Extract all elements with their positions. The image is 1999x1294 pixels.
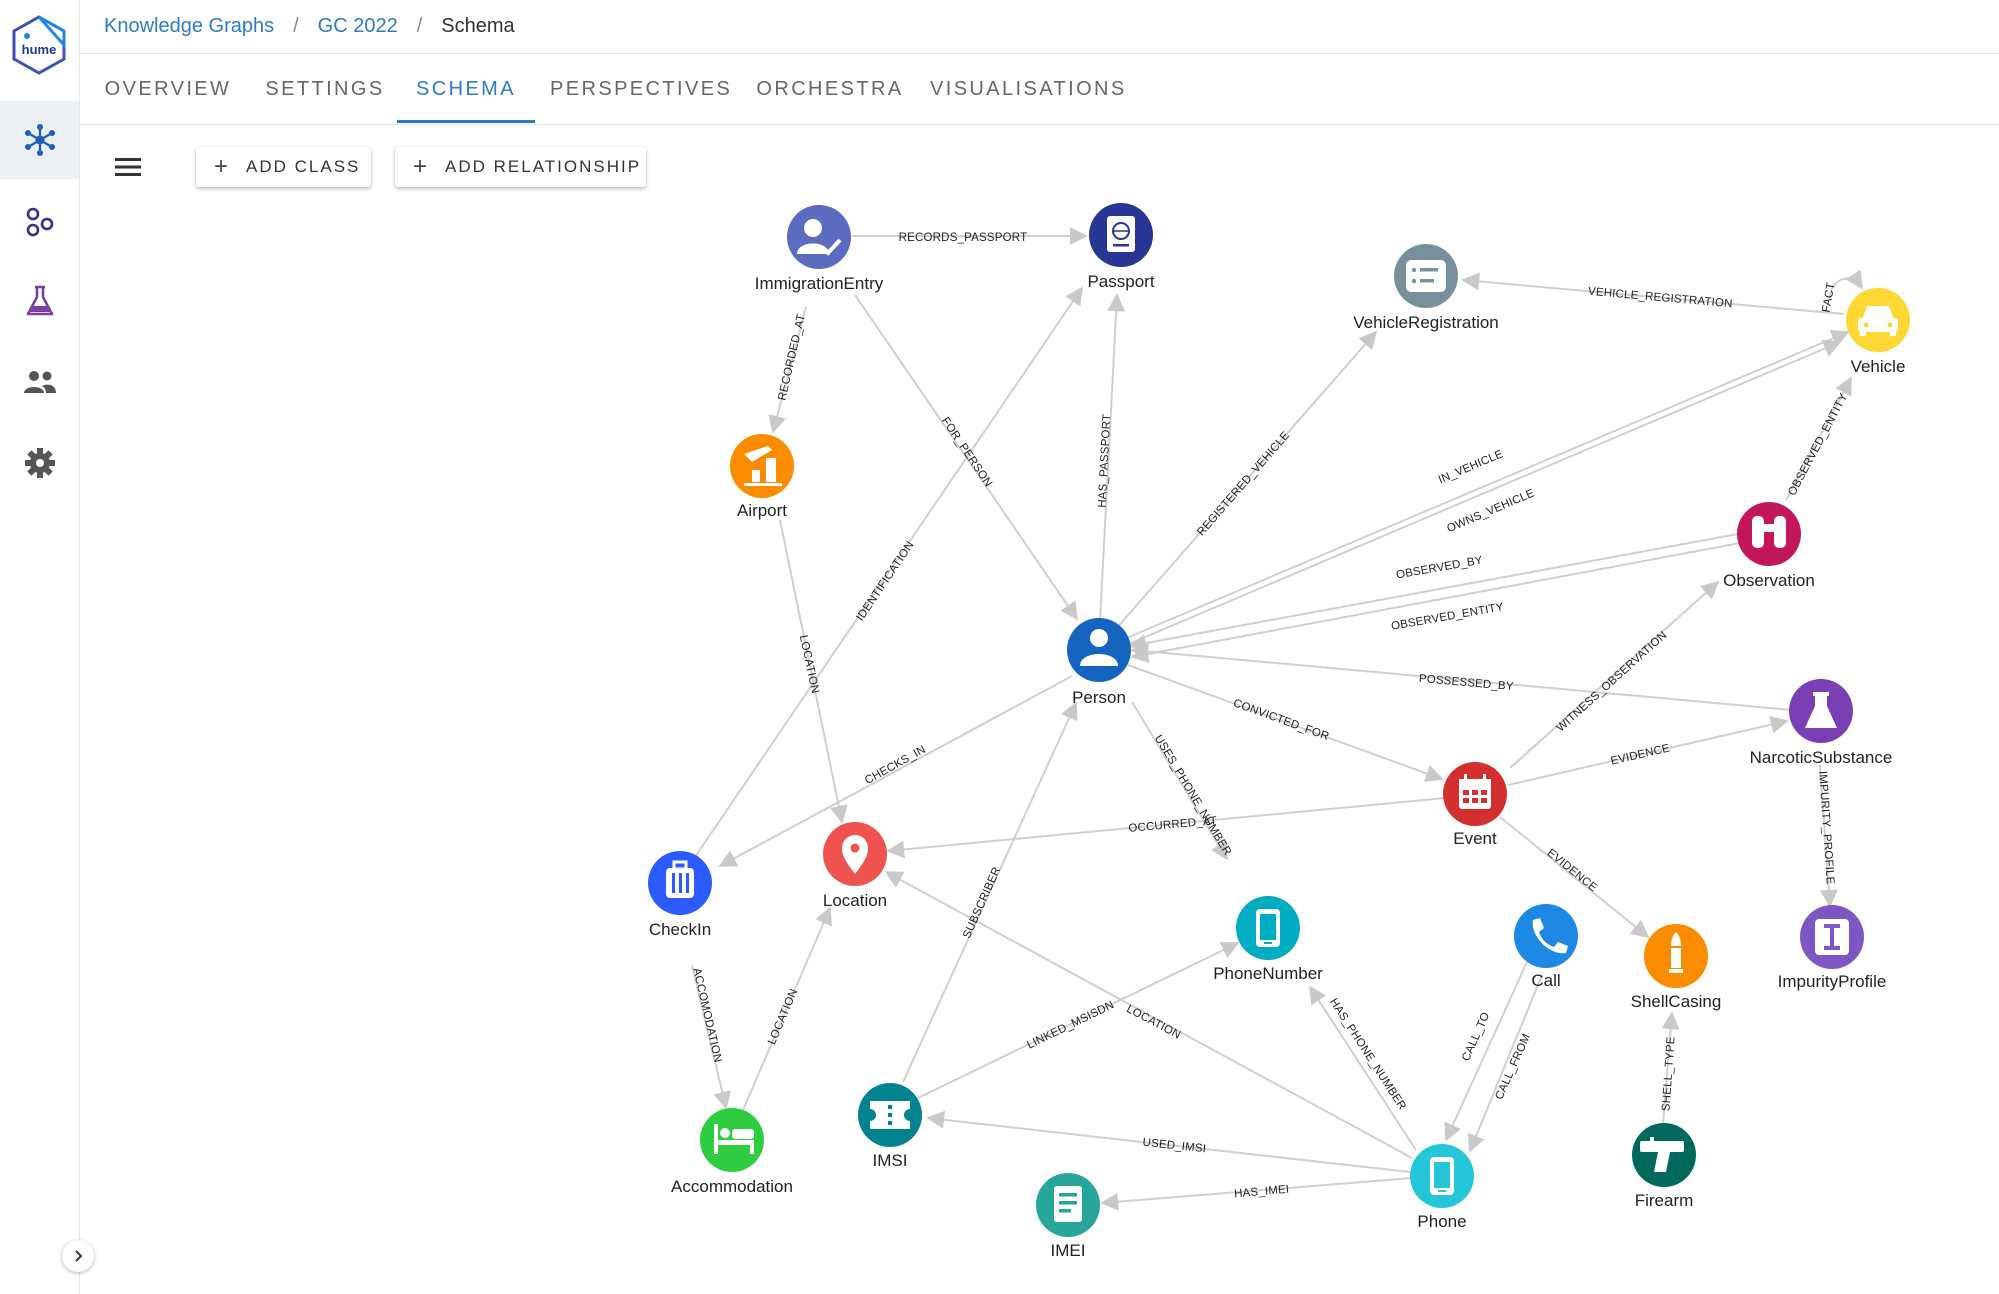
node-observation[interactable]: Observation [1723, 502, 1815, 590]
edge-has-phone-number[interactable] [1309, 985, 1417, 1151]
passport-icon [1107, 216, 1135, 252]
node-label: VehicleRegistration [1353, 313, 1499, 332]
node-label: ImmigrationEntry [755, 274, 884, 293]
node-call[interactable]: Call [1514, 904, 1578, 990]
edge-label: IN_VEHICLE [1437, 448, 1505, 486]
node-impurity-profile[interactable]: ImpurityProfile [1778, 905, 1887, 991]
immigration-entry-circle [787, 205, 851, 269]
node-phone-number[interactable]: PhoneNumber [1213, 896, 1323, 983]
airport-circle [730, 434, 794, 498]
edge-label: EVIDENCE [1610, 742, 1672, 767]
node-label: Firearm [1635, 1191, 1694, 1210]
node-label: ShellCasing [1631, 992, 1722, 1011]
node-location[interactable]: Location [823, 822, 887, 910]
edge-label: POSSESSED_BY [1418, 673, 1514, 693]
call-circle [1514, 904, 1578, 968]
smartphone-icon [1256, 909, 1280, 947]
edge-label: OBSERVED_BY [1395, 555, 1484, 582]
calendar-icon [1459, 774, 1491, 809]
edge-label: SUBSCRIBER [961, 865, 1003, 940]
edge-label: LINKED_MSISDN [1025, 999, 1116, 1052]
node-checkin[interactable]: CheckIn [648, 851, 712, 939]
node-label: Passport [1087, 272, 1154, 291]
edge-label: CALL_FROM [1493, 1032, 1533, 1102]
node-immigration-entry[interactable]: ImmigrationEntry [755, 205, 884, 293]
node-label: Accommodation [671, 1177, 793, 1196]
node-label: Vehicle [1851, 357, 1906, 376]
node-firearm[interactable]: Firearm [1632, 1123, 1696, 1210]
edge-observed-by[interactable] [1128, 533, 1739, 652]
schema-graph-canvas[interactable]: RECORDS_PASSPORT RECORDED_AT FOR_PERSON … [0, 0, 1999, 1294]
node-vehicle-registration[interactable]: VehicleRegistration [1353, 244, 1499, 332]
node-imsi[interactable]: IMSI [858, 1083, 922, 1170]
node-label: Call [1531, 971, 1560, 990]
node-airport[interactable]: Airport [730, 434, 794, 520]
edge-label: REGISTERED_VEHICLE [1195, 429, 1292, 538]
node-label: IMSI [873, 1151, 908, 1170]
observation-circle [1737, 502, 1801, 566]
edge-label: OCCURRED_AT [1128, 815, 1218, 835]
edge-label: CALL_TO [1460, 1010, 1492, 1063]
edge-label: IDENTIFICATION [854, 539, 916, 623]
node-label: CheckIn [649, 920, 711, 939]
node-phone[interactable]: Phone [1410, 1144, 1474, 1231]
node-label: Person [1072, 688, 1126, 707]
node-label: PhoneNumber [1213, 964, 1323, 983]
edge-label: IMPURITY_PROFILE [1816, 771, 1836, 885]
node-event[interactable]: Event [1443, 762, 1507, 848]
node-label: Phone [1417, 1212, 1466, 1231]
list-card-icon [1406, 260, 1446, 292]
edge-label: RECORDED_AT [776, 313, 808, 402]
edge-label: USES_PHONE_NUMBER [1152, 733, 1233, 858]
edge-label: OWNS_VEHICLE [1445, 487, 1536, 535]
edge-label: CONVICTED_FOR [1232, 697, 1331, 743]
smartphone-icon [1430, 1157, 1454, 1195]
node-shell-casing[interactable]: ShellCasing [1631, 924, 1722, 1011]
node-label: ImpurityProfile [1778, 972, 1887, 991]
node-person[interactable]: Person [1067, 618, 1131, 707]
node-vehicle[interactable]: Vehicle [1846, 288, 1910, 376]
edge-label: OBSERVED_ENTITY [1786, 391, 1850, 497]
edge-label: FOR_PERSON [939, 415, 994, 489]
node-narcotic-substance[interactable]: NarcoticSubstance [1750, 679, 1893, 767]
node-imei[interactable]: IMEI [1036, 1173, 1100, 1260]
edge-label: SHELL_TYPE [1660, 1036, 1677, 1112]
edge-label: CHECKS_IN [863, 744, 928, 787]
edge-label: LOCATION [766, 987, 800, 1047]
edge-label: USED_IMSI [1142, 1137, 1207, 1156]
node-label: Location [823, 891, 887, 910]
node-accommodation[interactable]: Accommodation [671, 1108, 793, 1196]
edge-label: LOCATION [1124, 1003, 1182, 1042]
node-label: Airport [737, 501, 787, 520]
edge-label: EVIDENCE [1545, 847, 1600, 894]
document-icon [1054, 1186, 1082, 1222]
edge-label: WITNESS_OBSERVATION [1555, 629, 1670, 734]
person-circle [1067, 618, 1131, 682]
edge-label: LOCATION [797, 634, 821, 695]
edge-label: HAS_PASSPORT [1097, 414, 1114, 509]
edge-label: HAS_IMEI [1234, 1184, 1290, 1201]
edge-label: FACT [1821, 282, 1838, 314]
text-cursor-icon [1815, 919, 1849, 955]
edge-label: HAS_PHONE_NUMBER [1327, 996, 1408, 1112]
edge-in-vehicle[interactable] [1121, 330, 1850, 641]
edge-label: RECORDS_PASSPORT [899, 232, 1028, 244]
sim-ticket-icon [870, 1101, 910, 1129]
node-label: NarcoticSubstance [1750, 748, 1893, 767]
edge-label: ACCOMODATION [690, 967, 723, 1064]
node-label: Event [1453, 829, 1497, 848]
edge-label: VEHICLE_REGISTRATION [1588, 286, 1734, 311]
node-label: IMEI [1051, 1241, 1086, 1260]
node-label: Observation [1723, 571, 1815, 590]
node-passport[interactable]: Passport [1087, 203, 1155, 291]
